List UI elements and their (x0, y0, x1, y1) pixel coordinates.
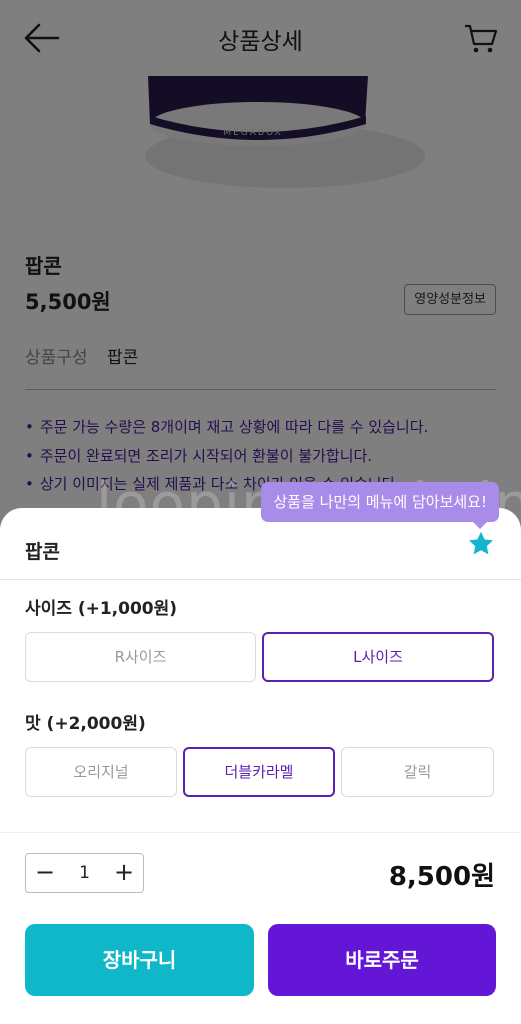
flavor-option-label: 맛 (+2,000원) (25, 714, 146, 734)
option-bottom-sheet: 상품을 나만의 메뉴에 담아보세요! 팝콘 사이즈 (+1,000원) R사이즈… (0, 482, 521, 1024)
buy-now-button[interactable]: 바로주문 (268, 924, 496, 996)
quantity-stepper: − 1 + (25, 853, 144, 893)
flavor-option-garlic[interactable]: 갈릭 (341, 747, 494, 797)
size-option-label: 사이즈 (+1,000원) (25, 599, 178, 619)
total-price: 8,500원 (388, 862, 495, 892)
flavor-option-double-caramel[interactable]: 더블카라멜 (183, 747, 335, 797)
flavor-option-original[interactable]: 오리지널 (25, 747, 177, 797)
size-option-r[interactable]: R사이즈 (25, 632, 256, 682)
add-to-cart-button[interactable]: 장바구니 (25, 924, 254, 996)
sheet-title: 팝콘 (25, 541, 60, 563)
quantity-value: 1 (79, 863, 90, 883)
divider (0, 579, 521, 580)
minus-button[interactable]: − (26, 854, 64, 892)
divider (0, 832, 521, 833)
star-icon[interactable] (467, 530, 495, 558)
plus-button[interactable]: + (105, 854, 143, 892)
favorite-tooltip: 상품을 나만의 메뉴에 담아보세요! (261, 482, 499, 529)
size-option-l[interactable]: L사이즈 (262, 632, 494, 682)
